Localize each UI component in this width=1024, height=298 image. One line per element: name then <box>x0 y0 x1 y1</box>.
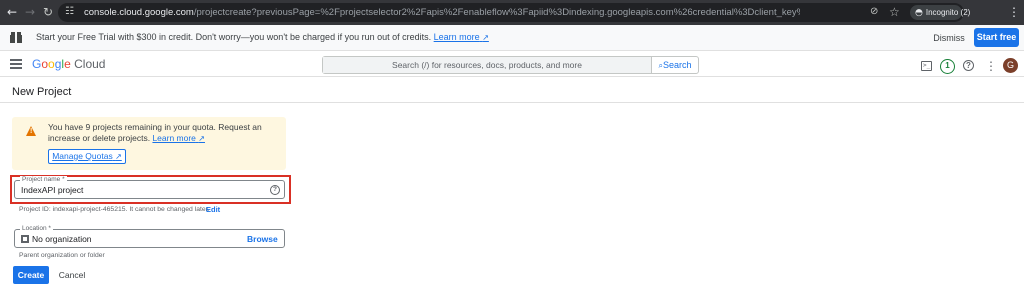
warning-icon <box>26 126 37 136</box>
terminal-icon[interactable]: >_ <box>921 61 932 71</box>
incognito-icon: ◓ <box>915 7 923 18</box>
location-label: Location * <box>20 225 53 233</box>
incognito-label: Incognito (2) <box>925 8 971 17</box>
star-icon[interactable]: ☆ <box>889 5 903 19</box>
search-button[interactable]: ⌕Search <box>651 57 698 73</box>
location-field[interactable]: Location * No organization Browse <box>14 225 285 248</box>
edit-project-id-link[interactable]: Edit <box>206 205 220 214</box>
divider <box>0 102 1024 103</box>
external-link-icon: ↗ <box>115 152 122 161</box>
more-vert-icon[interactable]: ⋮ <box>1008 4 1020 20</box>
gift-icon <box>10 31 22 43</box>
more-vert-icon[interactable]: ⋮ <box>985 59 997 73</box>
manage-quotas-button[interactable]: Manage Quotas ↗ <box>48 149 126 164</box>
arrow-right-icon[interactable]: → <box>22 4 38 20</box>
browse-button[interactable]: Browse <box>247 234 278 244</box>
organization-icon <box>21 235 29 243</box>
start-free-button[interactable]: Start free <box>974 28 1019 47</box>
quota-text: You have 9 projects remaining in your qu… <box>48 122 262 143</box>
hamburger-menu-icon[interactable] <box>10 59 22 69</box>
external-link-icon: ↗ <box>482 33 489 42</box>
location-value: No organization <box>32 234 92 244</box>
avatar[interactable]: G <box>1003 58 1018 73</box>
external-link-icon: ↗ <box>198 134 205 143</box>
location-helper-text: Parent organization or folder <box>19 252 105 259</box>
page-title: New Project <box>12 86 72 98</box>
project-id-text: Project ID: indexapi-project-465215. It … <box>19 206 210 213</box>
create-button[interactable]: Create <box>13 266 49 284</box>
incognito-button[interactable]: ◓ Incognito (2) <box>910 5 970 20</box>
console-header: Google Cloud ⌕Search >_ 1 ? ⋮ G <box>0 52 1024 77</box>
url-host: console.cloud.google.com <box>84 7 194 18</box>
project-name-field[interactable]: Project name * IndexAPI project ? <box>14 176 285 199</box>
tune-icon[interactable]: ☷ <box>65 6 77 18</box>
eye-off-icon[interactable]: ⊘ <box>870 6 882 18</box>
browser-toolbar: ← → ↻ ☷ console.cloud.google.com/project… <box>0 0 1024 25</box>
search-bar: ⌕Search <box>322 56 699 74</box>
project-name-label: Project name * <box>20 176 67 184</box>
quota-warning: You have 9 projects remaining in your qu… <box>12 117 286 170</box>
help-icon[interactable]: ? <box>963 60 974 71</box>
quota-learn-more-link[interactable]: Learn more ↗ <box>152 133 205 143</box>
reload-icon[interactable]: ↻ <box>40 4 56 20</box>
project-name-input[interactable]: IndexAPI project <box>21 185 83 195</box>
search-input[interactable] <box>323 57 651 73</box>
cancel-button[interactable]: Cancel <box>56 266 88 284</box>
banner-message: Start your Free Trial with $300 in credi… <box>36 32 432 42</box>
banner-text: Start your Free Trial with $300 in credi… <box>36 32 489 42</box>
arrow-left-icon[interactable]: ← <box>4 4 20 20</box>
address-bar[interactable]: ☷ console.cloud.google.com/projectcreate… <box>58 3 970 22</box>
banner-learn-more-link[interactable]: Learn more ↗ <box>434 32 489 42</box>
help-icon[interactable]: ? <box>270 185 280 195</box>
notifications-badge[interactable]: 1 <box>940 59 955 74</box>
url-text[interactable]: console.cloud.google.com/projectcreate?p… <box>84 3 800 22</box>
google-cloud-logo[interactable]: Google Cloud <box>32 57 105 71</box>
dismiss-button[interactable]: Dismiss <box>930 30 968 46</box>
url-path: /projectcreate?previousPage=%2Fprojectse… <box>193 7 800 18</box>
free-trial-banner: Start your Free Trial with $300 in credi… <box>0 25 1024 51</box>
